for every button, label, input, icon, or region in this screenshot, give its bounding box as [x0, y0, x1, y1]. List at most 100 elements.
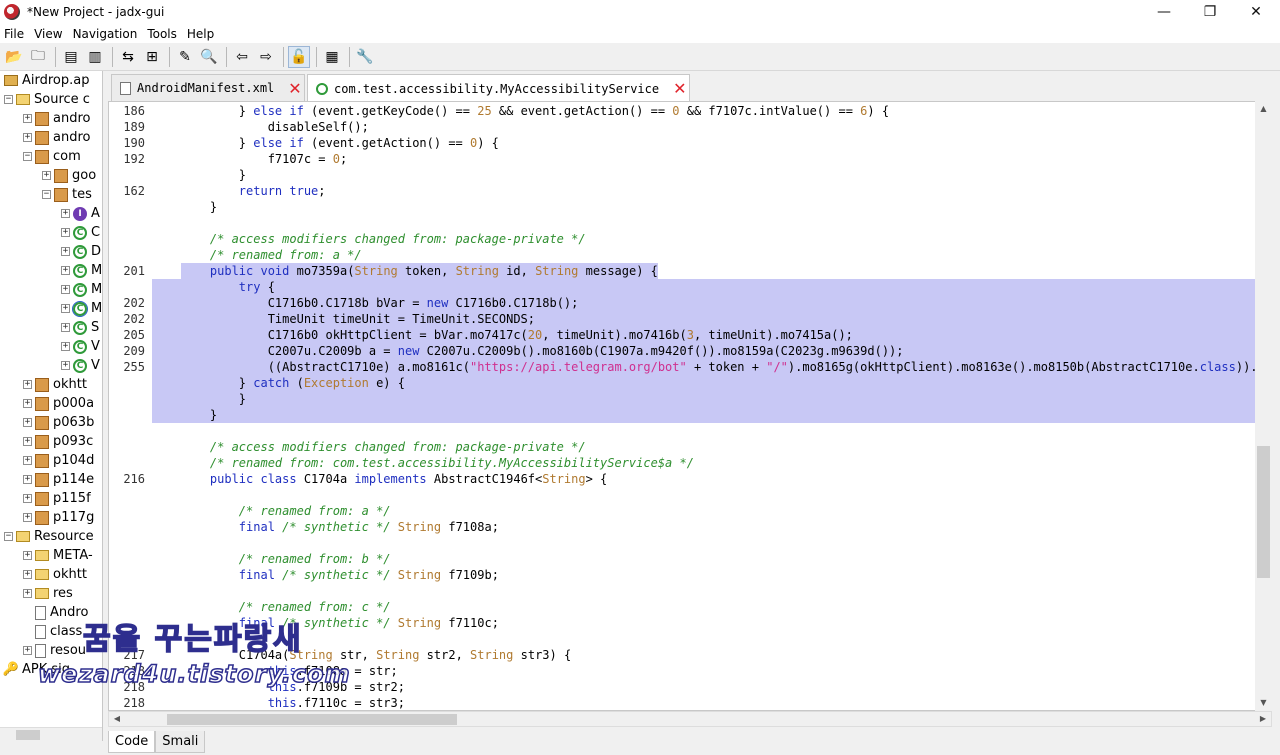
collapse-icon[interactable]: − [4, 532, 13, 541]
tree-node[interactable]: + resou [23, 641, 86, 660]
sync-icon[interactable]: ⇆ [117, 46, 139, 68]
expand-icon[interactable]: + [23, 418, 32, 427]
tree-node[interactable]: − tes [42, 185, 92, 204]
expand-icon[interactable]: + [23, 456, 32, 465]
tree-node[interactable]: + p104d [23, 451, 94, 470]
tree-node[interactable]: + C S [61, 318, 99, 337]
collapse-icon[interactable]: − [42, 190, 51, 199]
tree-node[interactable]: + p117g [23, 508, 94, 527]
menu-file[interactable]: File [4, 27, 24, 41]
preferences-icon[interactable]: 🔧 [354, 46, 376, 68]
tree-node[interactable]: + okhtt [23, 565, 87, 584]
expand-icon[interactable]: + [61, 361, 70, 370]
tree-node[interactable]: + p063b [23, 413, 94, 432]
tree-node[interactable]: + p000a [23, 394, 94, 413]
scroll-right-icon[interactable]: ▶ [1255, 712, 1271, 726]
menu-view[interactable]: View [34, 27, 62, 41]
expand-icon[interactable]: + [23, 380, 32, 389]
expand-icon[interactable]: + [23, 494, 32, 503]
expand-icon[interactable]: + [23, 437, 32, 446]
editor-horizontal-scrollbar[interactable]: ◀ ▶ [108, 711, 1272, 727]
log-icon[interactable]: ▦ [321, 46, 343, 68]
expand-icon[interactable]: + [23, 133, 32, 142]
back-icon[interactable]: ⇦ [231, 46, 253, 68]
deobfuscate-icon[interactable]: 🔓 [288, 45, 310, 68]
expand-icon[interactable]: + [23, 114, 32, 123]
close-tab-icon[interactable]: ✕ [673, 79, 686, 98]
vertical-scroll-thumb[interactable] [1257, 446, 1270, 578]
maximize-button[interactable]: ❐ [1187, 0, 1233, 24]
open-file-icon[interactable]: 📂 [3, 46, 25, 68]
tab-code[interactable]: Code [108, 731, 156, 753]
expand-icon[interactable]: + [23, 570, 32, 579]
expand-icon[interactable]: + [23, 399, 32, 408]
expand-icon[interactable]: + [61, 266, 70, 275]
tree-node[interactable]: − Resource [4, 527, 94, 546]
forward-icon[interactable]: ⇨ [255, 46, 277, 68]
tree-node[interactable]: + andro [23, 109, 90, 128]
tree-scroll-thumb[interactable] [16, 730, 40, 740]
scroll-up-icon[interactable]: ▲ [1255, 101, 1272, 117]
expand-icon[interactable]: + [23, 646, 32, 655]
menu-navigation[interactable]: Navigation [73, 27, 138, 41]
add-files-icon[interactable]: 🗀 [27, 46, 49, 68]
tree-node[interactable]: + META- [23, 546, 93, 565]
code-editor[interactable]: 186 } else if (event.getKeyCode() == 25 … [108, 101, 1272, 711]
tree-node[interactable]: − Source c [4, 90, 90, 109]
collapse-icon[interactable]: − [23, 152, 32, 161]
project-tree[interactable]: Airdrop.ap − Source c + andro + andro − com + goo −… [0, 71, 103, 741]
expand-icon[interactable]: + [23, 551, 32, 560]
tree-node[interactable]: + okhtt [23, 375, 87, 394]
save-icon[interactable]: ▤ [60, 46, 82, 68]
expand-icon[interactable]: + [23, 475, 32, 484]
expand-icon[interactable]: + [61, 323, 70, 332]
tab-android-manifest[interactable]: AndroidManifest.xml ✕ [111, 74, 305, 101]
tree-horizontal-scrollbar[interactable] [0, 727, 102, 741]
tree-node[interactable]: + andro [23, 128, 90, 147]
collapse-icon[interactable]: − [4, 95, 13, 104]
expand-icon[interactable]: + [61, 285, 70, 294]
tree-node[interactable]: − com [23, 147, 81, 166]
horizontal-scroll-thumb[interactable] [167, 714, 457, 725]
tree-node[interactable]: + C V [61, 356, 100, 375]
decompile-icon[interactable]: ✎ [174, 46, 196, 68]
scroll-down-icon[interactable]: ▼ [1255, 695, 1272, 711]
expand-icon[interactable]: + [23, 513, 32, 522]
scroll-left-icon[interactable]: ◀ [109, 712, 125, 726]
tree-node[interactable]: class [23, 622, 82, 641]
code-token: ( [289, 376, 304, 390]
tree-node[interactable]: + res [23, 584, 73, 603]
flatten-icon[interactable]: ⊞ [141, 46, 163, 68]
menu-help[interactable]: Help [187, 27, 214, 41]
tree-node[interactable]: Airdrop.ap [4, 71, 90, 90]
editor-vertical-scrollbar[interactable]: ▲ ▼ [1255, 101, 1272, 711]
search-icon[interactable]: 🔍 [198, 46, 220, 68]
expand-icon[interactable]: + [42, 171, 51, 180]
tree-node[interactable]: + p114e [23, 470, 94, 489]
tree-node[interactable]: + I A [61, 204, 100, 223]
tree-node[interactable]: + C D [61, 242, 101, 261]
tree-node[interactable]: + C M [61, 299, 102, 318]
tab-my-accessibility-service[interactable]: com.test.accessibility.MyAccessibilitySe… [307, 74, 690, 102]
tree-node[interactable]: + p115f [23, 489, 91, 508]
tree-node[interactable]: + C C [61, 223, 100, 242]
tree-node[interactable]: 🔑 APK sig [3, 660, 70, 679]
expand-icon[interactable]: + [61, 228, 70, 237]
close-tab-icon[interactable]: ✕ [288, 79, 301, 98]
tree-node[interactable]: + p093c [23, 432, 93, 451]
tree-node[interactable]: Andro [23, 603, 88, 622]
tree-node[interactable]: + C M [61, 280, 102, 299]
expand-icon[interactable]: + [61, 209, 70, 218]
minimize-button[interactable]: — [1141, 0, 1187, 24]
expand-icon[interactable]: + [61, 342, 70, 351]
save-all-icon[interactable]: ▥ [84, 46, 106, 68]
tree-node[interactable]: + goo [42, 166, 96, 185]
menu-tools[interactable]: Tools [147, 27, 177, 41]
expand-icon[interactable]: + [61, 304, 70, 313]
close-window-button[interactable]: ✕ [1233, 0, 1279, 24]
tree-node[interactable]: + C V [61, 337, 100, 356]
tree-node[interactable]: + C M [61, 261, 102, 280]
expand-icon[interactable]: + [61, 247, 70, 256]
tab-smali[interactable]: Smali [155, 731, 206, 753]
expand-icon[interactable]: + [23, 589, 32, 598]
